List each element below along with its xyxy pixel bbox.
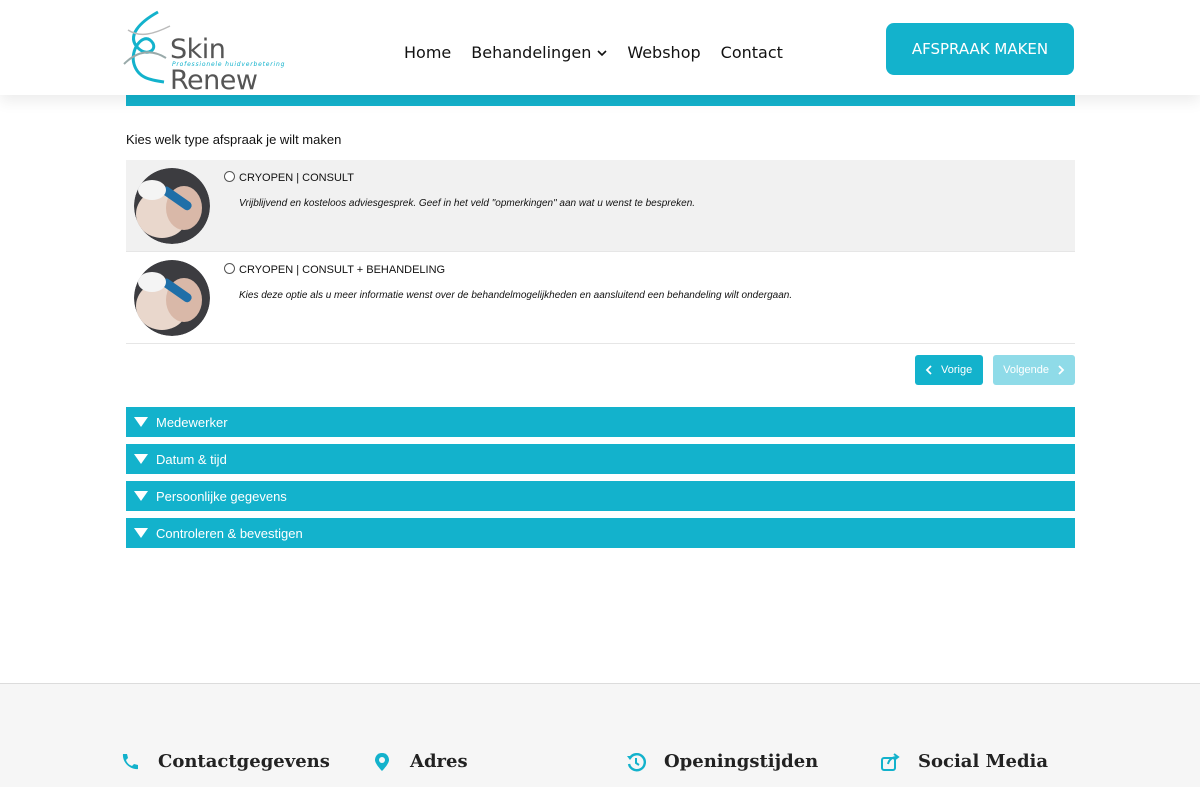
footer-title: Social Media [918,751,1049,772]
section-bar-medewerker[interactable]: Medewerker [126,407,1075,437]
appointment-option-consult-treatment[interactable]: CRYOPEN | CONSULT + BEHANDELING Kies dez… [126,252,1075,344]
section-bar-persoonlijke-gegevens[interactable]: Persoonlijke gegevens [126,481,1075,511]
next-button[interactable]: Volgende [993,355,1075,385]
option-description: Vrijblijvend en kosteloos adviesgesprek.… [239,198,696,209]
share-icon [881,752,900,771]
footer-title: Adres [410,751,468,772]
nav-webshop[interactable]: Webshop [627,43,700,62]
chevron-down-icon [597,49,607,56]
site-footer: Contactgegevens Adres Openingstijden Soc… [0,683,1200,787]
main-nav: Home Behandelingen Webshop Contact [404,43,783,62]
previous-button[interactable]: Vorige [915,355,983,385]
section-label: Persoonlijke gegevens [156,488,287,504]
nav-home[interactable]: Home [404,43,451,62]
map-pin-icon [375,752,389,771]
skin-renew-logo[interactable]: Skin Renew Professionele huidverbetering [120,8,300,96]
section-label: Controleren & bevestigen [156,525,303,541]
nav-behandelingen-label: Behandelingen [471,43,592,62]
chevron-right-icon [1058,365,1065,375]
option-description: Kies deze optie als u meer informatie we… [239,290,793,301]
option-title: CRYOPEN | CONSULT [239,172,354,184]
nav-behandelingen[interactable]: Behandelingen [471,43,607,62]
section-bar-datum-tijd[interactable]: Datum & tijd [126,444,1075,474]
option-title: CRYOPEN | CONSULT + BEHANDELING [239,264,446,276]
section-label: Medewerker [156,414,228,430]
chevron-left-icon [925,365,932,375]
logo-tagline: Professionele huidverbetering [172,61,286,68]
history-icon [627,752,646,771]
footer-hours: Openingstijden [626,751,818,772]
footer-address: Adres [372,751,468,772]
expand-triangle-icon [134,454,148,464]
expand-triangle-icon [134,417,148,427]
expand-triangle-icon [134,491,148,501]
phone-icon [122,753,138,769]
appointment-type-intro: Kies welk type afspraak je wilt maken [126,132,342,147]
expand-triangle-icon [134,528,148,538]
appointment-option-consult[interactable]: CRYOPEN | CONSULT Vrijblijvend en kostel… [126,160,1075,252]
treatment-thumbnail [134,260,210,336]
site-header: Skin Renew Professionele huidverbetering… [0,0,1200,96]
next-label: Volgende [1003,364,1049,376]
footer-title: Contactgegevens [158,751,330,772]
footer-contact: Contactgegevens [120,751,330,772]
footer-social: Social Media [880,751,1048,772]
book-appointment-button[interactable]: AFSPRAAK MAKEN [886,23,1074,75]
treatment-thumbnail [134,168,210,244]
radio-consult[interactable] [224,171,235,182]
previous-label: Vorige [941,364,973,376]
radio-consult-treatment[interactable] [224,263,235,274]
section-bar-controleren-bevestigen[interactable]: Controleren & bevestigen [126,518,1075,548]
section-label: Datum & tijd [156,451,227,467]
footer-title: Openingstijden [664,751,819,772]
nav-contact[interactable]: Contact [721,43,783,62]
